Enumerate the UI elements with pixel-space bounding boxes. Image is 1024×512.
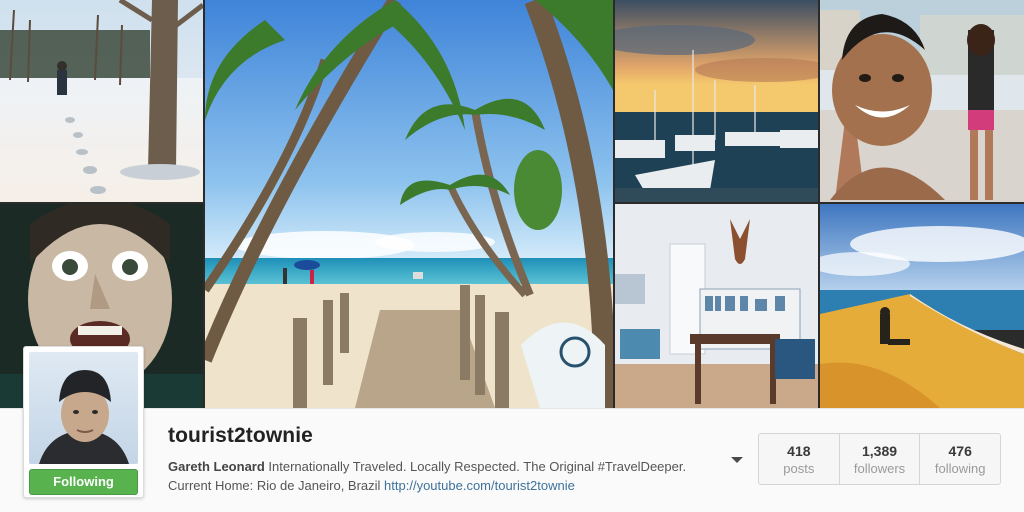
stat-followers[interactable]: 1,389 followers [840,434,921,484]
profile-username: tourist2townie [168,424,313,447]
stat-posts-label: posts [783,461,815,476]
profile-bio: Gareth Leonard Internationally Traveled.… [168,457,748,495]
profile-full-name: Gareth Leonard [168,459,265,474]
photo-mosaic [0,0,1024,408]
photo-snow-walk[interactable] [0,0,203,202]
photo-vintage-room[interactable] [615,204,818,408]
photo-marina-sunset[interactable] [615,0,818,202]
avatar-card: Following [23,346,144,498]
stat-following-label: following [934,461,986,476]
stat-following-count: 476 [948,443,972,459]
profile-website-link[interactable]: http://youtube.com/tourist2townie [384,478,575,493]
avatar[interactable] [29,352,138,464]
stat-following[interactable]: 476 following [920,434,1000,484]
stat-posts[interactable]: 418 posts [759,434,840,484]
profile-stats: 418 posts 1,389 followers 476 following [758,433,1001,485]
photo-smiling-kid[interactable] [820,0,1024,202]
photo-sand-dune[interactable] [820,204,1024,408]
stat-posts-count: 418 [787,443,811,459]
profile-location: Current Home: Rio de Janeiro, Brazil [168,478,381,493]
photo-palm-beach[interactable] [205,0,613,408]
profile-bio-text: Internationally Traveled. Locally Respec… [268,459,687,474]
bio-line-1: Gareth Leonard Internationally Traveled.… [168,457,748,476]
stat-followers-count: 1,389 [861,443,898,459]
chevron-down-icon[interactable] [729,455,745,465]
stat-followers-label: followers [853,461,906,476]
following-button[interactable]: Following [29,469,138,495]
bio-line-2: Current Home: Rio de Janeiro, Brazil htt… [168,476,748,495]
